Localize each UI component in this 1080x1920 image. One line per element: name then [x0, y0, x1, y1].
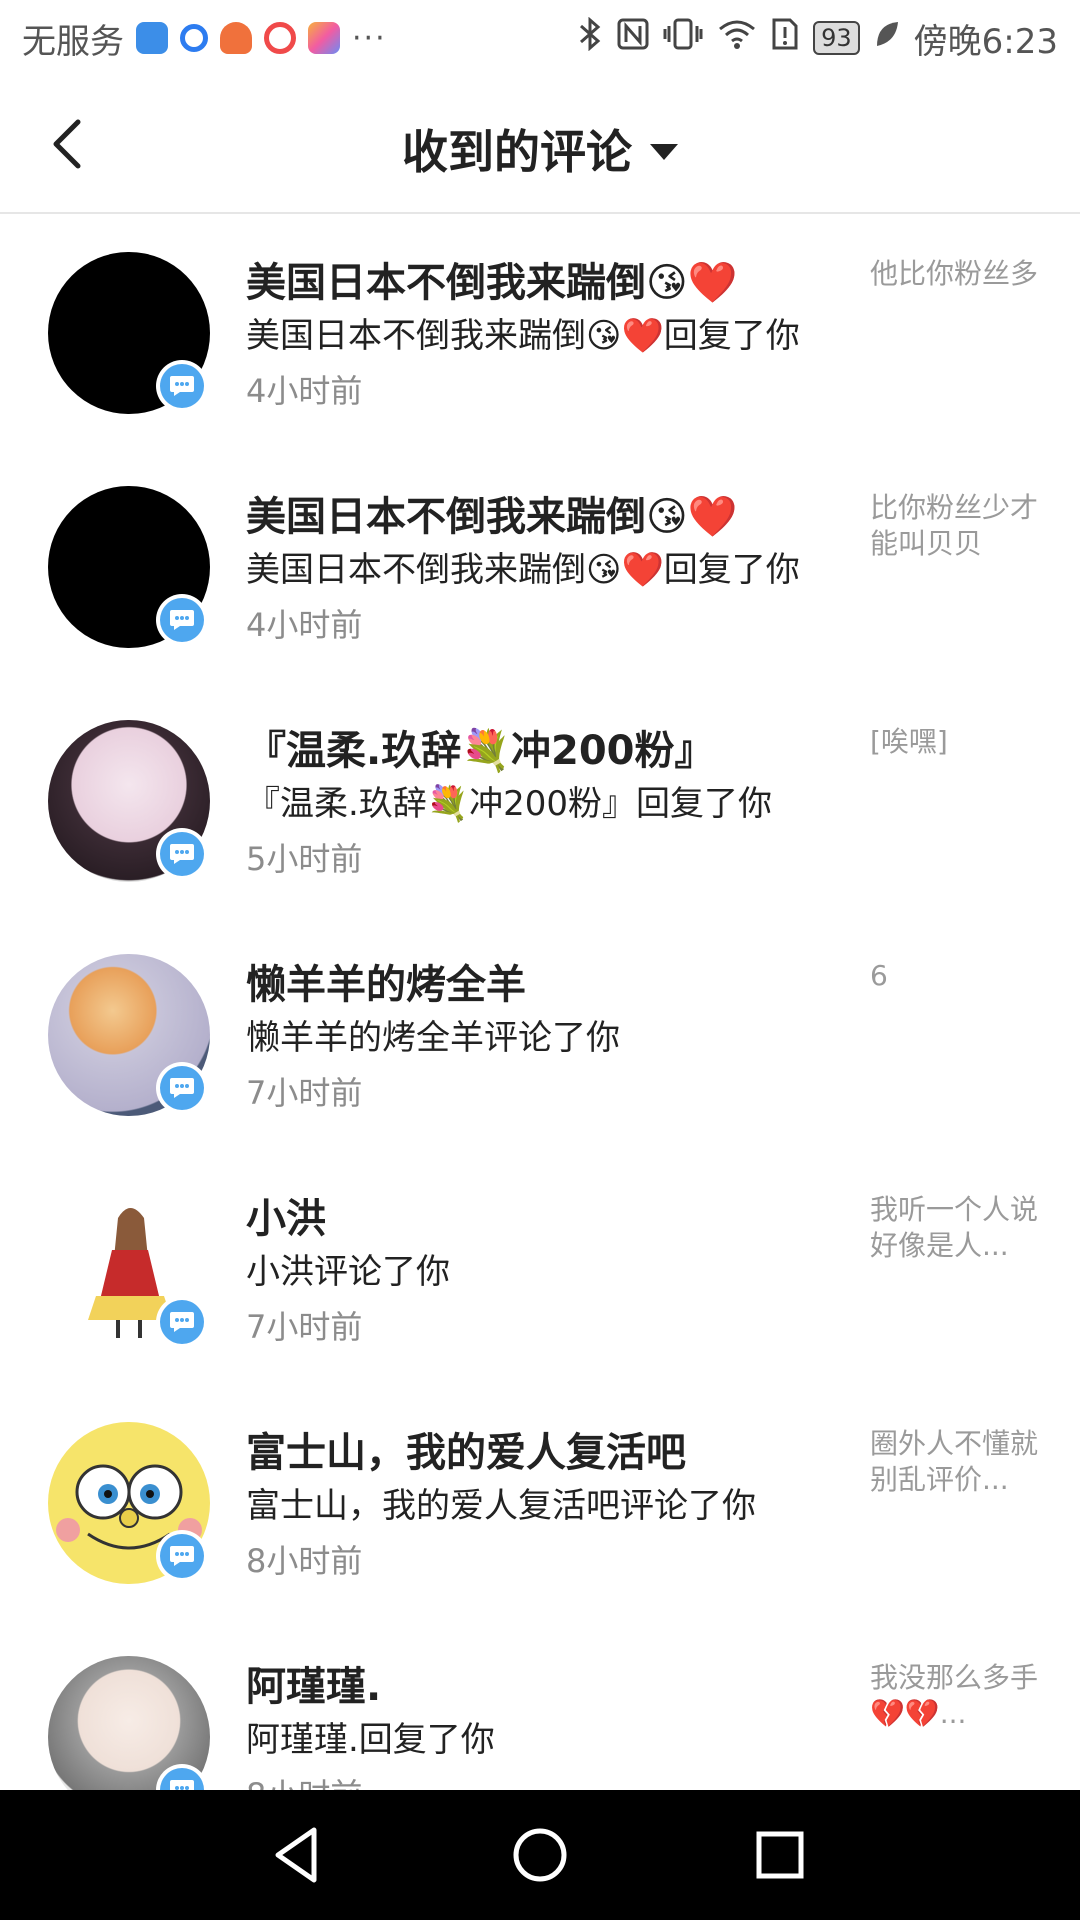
- status-left: 无服务 ···: [22, 14, 387, 63]
- comment-preview[interactable]: [唉嘿]: [870, 724, 1060, 760]
- target-app-icon: [264, 22, 296, 54]
- system-nav-bar: [0, 1790, 1080, 1920]
- comment-item[interactable]: 富士山，我的爱人复活吧 富士山，我的爱人复活吧评论了你 8小时前 圈外人不懂就别…: [0, 1386, 1080, 1620]
- comment-item[interactable]: 懒羊羊的烤全羊 懒羊羊的烤全羊评论了你 7小时前 6: [0, 918, 1080, 1152]
- square-recents-icon: [756, 1831, 804, 1879]
- nfc-icon: [617, 18, 649, 59]
- comment-action: 美国日本不倒我来踹倒😘❤️回复了你: [246, 550, 800, 590]
- chat-bubble-icon: [170, 844, 194, 864]
- comment-time: 7小时前: [246, 1074, 363, 1112]
- commenter-name[interactable]: 美国日本不倒我来踹倒😘❤️: [246, 250, 738, 308]
- title-dropdown[interactable]: 收到的评论: [0, 116, 1080, 182]
- chat-bubble-icon: [170, 1312, 194, 1332]
- circle-home-icon: [513, 1828, 567, 1882]
- comment-preview[interactable]: 他比你粉丝多: [870, 256, 1060, 292]
- vibrate-icon: [663, 18, 703, 59]
- comment-badge: [156, 828, 208, 880]
- status-time: 傍晚6:23: [913, 21, 1058, 62]
- triangle-back-icon: [275, 1827, 317, 1883]
- comment-preview[interactable]: 圈外人不懂就别乱评价...: [870, 1426, 1060, 1498]
- comment-action: 阿瑾瑾.回复了你: [246, 1720, 495, 1760]
- comment-badge: [156, 1530, 208, 1582]
- commenter-name[interactable]: 懒羊羊的烤全羊: [246, 952, 526, 1010]
- commenter-name[interactable]: 阿瑾瑾.: [246, 1654, 381, 1712]
- comment-badge: [156, 1062, 208, 1114]
- nav-recents-button[interactable]: [745, 1820, 815, 1890]
- caret-down-icon: [650, 144, 678, 160]
- browser-app-icon: [180, 24, 208, 52]
- cake-app-icon: [220, 22, 252, 54]
- comment-time: 4小时前: [246, 372, 363, 410]
- more-notifications: ···: [352, 20, 387, 56]
- comment-item[interactable]: 阿瑾瑾. 阿瑾瑾.回复了你 8小时前 我没那么多手💔💔...: [0, 1620, 1080, 1790]
- comment-time: 8小时前: [246, 1770, 362, 1790]
- comment-action: 『温柔.玖辞💐冲200粉』回复了你: [246, 784, 773, 824]
- comment-time: 8小时前: [246, 1542, 363, 1580]
- comment-list[interactable]: 美国日本不倒我来踹倒😘❤️ 美国日本不倒我来踹倒😘❤️回复了你 4小时前 他比你…: [0, 216, 1080, 1790]
- status-bar: 无服务 ··· 93 傍晚6:23: [0, 0, 1080, 76]
- top-app-bar: 收到的评论: [0, 76, 1080, 214]
- comment-preview[interactable]: 比你粉丝少才能叫贝贝: [870, 490, 1060, 562]
- comment-item[interactable]: 美国日本不倒我来踹倒😘❤️ 美国日本不倒我来踹倒😘❤️回复了你 4小时前 他比你…: [0, 216, 1080, 450]
- nav-back-button[interactable]: [264, 1820, 334, 1890]
- comment-preview[interactable]: 6: [870, 958, 1060, 994]
- commenter-name[interactable]: 美国日本不倒我来踹倒😘❤️: [246, 484, 738, 542]
- comment-item[interactable]: 『温柔.玖辞💐冲200粉』 『温柔.玖辞💐冲200粉』回复了你 5小时前 [唉嘿…: [0, 684, 1080, 918]
- comment-preview[interactable]: 我没那么多手💔💔...: [870, 1660, 1060, 1732]
- commenter-name[interactable]: 小洪: [246, 1186, 326, 1244]
- sim-alert-icon: [771, 17, 799, 60]
- comment-action: 富士山，我的爱人复活吧评论了你: [246, 1486, 756, 1526]
- comment-time: 5小时前: [246, 840, 363, 878]
- chat-bubble-icon: [170, 376, 194, 396]
- carrier-text: 无服务: [22, 21, 124, 62]
- comment-action: 懒羊羊的烤全羊评论了你: [246, 1018, 620, 1058]
- chat-bubble-icon: [170, 1546, 194, 1566]
- chat-bubble-icon: [170, 1780, 194, 1790]
- comment-badge: [156, 360, 208, 412]
- battery-indicator: 93: [813, 21, 860, 55]
- comment-action: 美国日本不倒我来踹倒😘❤️回复了你: [246, 316, 800, 356]
- commenter-name[interactable]: 富士山，我的爱人复活吧: [246, 1420, 686, 1478]
- page-title: 收到的评论: [402, 125, 632, 179]
- shield-app-icon: [136, 22, 168, 54]
- comment-preview[interactable]: 我听一个人说好像是人...: [870, 1192, 1060, 1264]
- wifi-icon: [717, 18, 757, 59]
- comment-item[interactable]: 小洪 小洪评论了你 7小时前 我听一个人说好像是人...: [0, 1152, 1080, 1386]
- nav-home-button[interactable]: [505, 1820, 575, 1890]
- commenter-name[interactable]: 『温柔.玖辞💐冲200粉』: [246, 718, 715, 776]
- chat-bubble-icon: [170, 610, 194, 630]
- comment-badge: [156, 1296, 208, 1348]
- bluetooth-icon: [577, 16, 603, 59]
- comment-badge: [156, 594, 208, 646]
- comment-action: 小洪评论了你: [246, 1252, 450, 1292]
- gallery-app-icon: [308, 22, 340, 54]
- leaf-icon: [874, 18, 900, 58]
- comment-time: 4小时前: [246, 606, 363, 644]
- comment-item[interactable]: 美国日本不倒我来踹倒😘❤️ 美国日本不倒我来踹倒😘❤️回复了你 4小时前 比你粉…: [0, 450, 1080, 684]
- chat-bubble-icon: [170, 1078, 194, 1098]
- status-right: 93 傍晚6:23: [577, 14, 1058, 63]
- comment-time: 7小时前: [246, 1308, 363, 1346]
